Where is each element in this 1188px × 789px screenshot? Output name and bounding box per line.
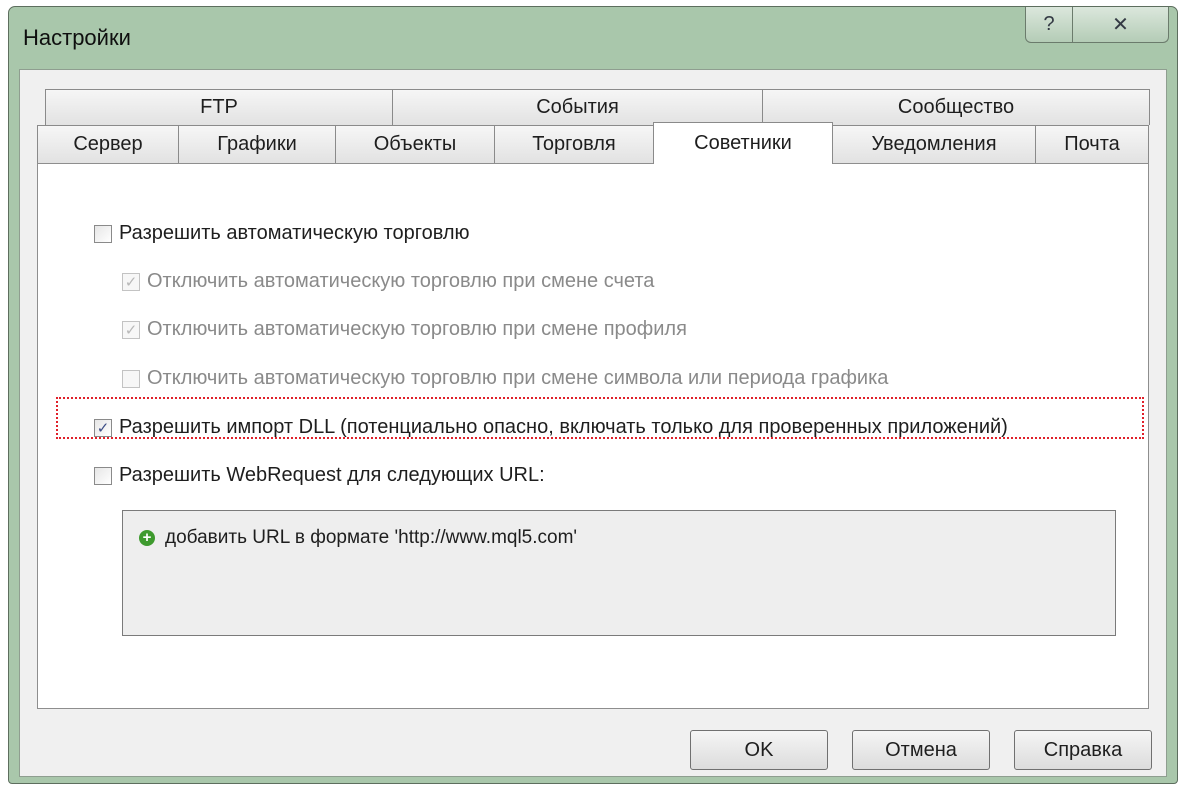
disable-on-symbol-checkbox[interactable] xyxy=(122,369,140,388)
tab-ftp[interactable]: FTP xyxy=(45,89,393,125)
close-icon: ✕ xyxy=(1112,14,1129,36)
option-label: Отключить автоматическую торговлю при см… xyxy=(147,367,889,389)
tab-experts[interactable]: Советники xyxy=(653,122,833,164)
disable-on-symbol-option[interactable]: Отключить автоматическую торговлю при см… xyxy=(122,367,888,390)
allow-auto-trading-option[interactable]: Разрешить автоматическую торговлю xyxy=(94,222,470,245)
title-bar[interactable]: Настройки ? ✕ xyxy=(9,7,1177,69)
tab-trading[interactable]: Торговля xyxy=(494,125,654,163)
tab-label: Почта xyxy=(1064,133,1120,155)
help-title-button[interactable]: ? xyxy=(1025,7,1073,43)
add-url-label: добавить URL в формате 'http://www.mql5.… xyxy=(165,527,578,548)
allow-dll-import-checkbox[interactable]: ✓ xyxy=(94,418,112,437)
tab-charts[interactable]: Графики xyxy=(178,125,336,163)
allow-webrequest-option[interactable]: Разрешить WebRequest для следующих URL: xyxy=(94,464,545,487)
tab-objects[interactable]: Объекты xyxy=(335,125,495,163)
disable-on-account-checkbox[interactable]: ✓ xyxy=(122,272,140,291)
option-label: Разрешить WebRequest для следующих URL: xyxy=(119,464,545,486)
tab-community[interactable]: Сообщество xyxy=(762,89,1150,125)
tab-label: Сообщество xyxy=(897,96,1015,118)
tab-notifications[interactable]: Уведомления xyxy=(832,125,1036,163)
checkmark-icon: ✓ xyxy=(124,321,138,339)
settings-window: Настройки ? ✕ FTP События Сообщество Сер… xyxy=(8,6,1178,784)
tab-label: Советники xyxy=(694,132,792,154)
cancel-button[interactable]: Отмена xyxy=(852,730,990,770)
url-list[interactable]: + добавить URL в формате 'http://www.mql… xyxy=(122,510,1116,636)
tab-label: Объекты xyxy=(373,133,457,155)
disable-on-profile-checkbox[interactable]: ✓ xyxy=(122,320,140,339)
allow-webrequest-checkbox[interactable] xyxy=(94,466,112,485)
allow-dll-import-option[interactable]: ✓ Разрешить импорт DLL (потенциально опа… xyxy=(94,416,1008,439)
tab-label: События xyxy=(536,96,619,118)
disable-on-profile-option[interactable]: ✓ Отключить автоматическую торговлю при … xyxy=(122,318,687,341)
allow-auto-trading-checkbox[interactable] xyxy=(94,224,112,243)
tab-label: Графики xyxy=(217,133,297,155)
option-label: Отключить автоматическую торговлю при см… xyxy=(147,270,655,292)
question-mark-icon: ? xyxy=(1043,13,1055,35)
checkmark-icon: ✓ xyxy=(96,419,110,437)
tab-events[interactable]: События xyxy=(392,89,763,125)
tab-server[interactable]: Сервер xyxy=(37,125,179,163)
tab-label: Торговля xyxy=(532,133,616,155)
checkmark-icon: ✓ xyxy=(124,273,138,291)
option-label: Разрешить автоматическую торговлю xyxy=(119,222,470,244)
button-label: OK xyxy=(744,738,774,761)
button-label: Отмена xyxy=(885,738,957,761)
plus-circle-icon: + xyxy=(139,530,155,546)
button-label: Справка xyxy=(1043,738,1123,761)
option-label: Отключить автоматическую торговлю при см… xyxy=(147,318,687,340)
window-title: Настройки xyxy=(23,25,131,50)
help-button[interactable]: Справка xyxy=(1014,730,1152,770)
dialog-body: FTP События Сообщество Сервер Графики Об… xyxy=(19,69,1167,777)
disable-on-account-option[interactable]: ✓ Отключить автоматическую торговлю при … xyxy=(122,270,654,293)
tab-label: FTP xyxy=(200,96,238,118)
ok-button[interactable]: OK xyxy=(690,730,828,770)
tab-mail[interactable]: Почта xyxy=(1035,125,1149,163)
tab-label: Уведомления xyxy=(871,133,997,155)
add-url-item[interactable]: + добавить URL в формате 'http://www.mql… xyxy=(139,527,577,549)
option-label: Разрешить импорт DLL (потенциально опасн… xyxy=(119,416,1008,438)
tab-label: Сервер xyxy=(73,133,143,155)
close-button[interactable]: ✕ xyxy=(1073,7,1169,43)
